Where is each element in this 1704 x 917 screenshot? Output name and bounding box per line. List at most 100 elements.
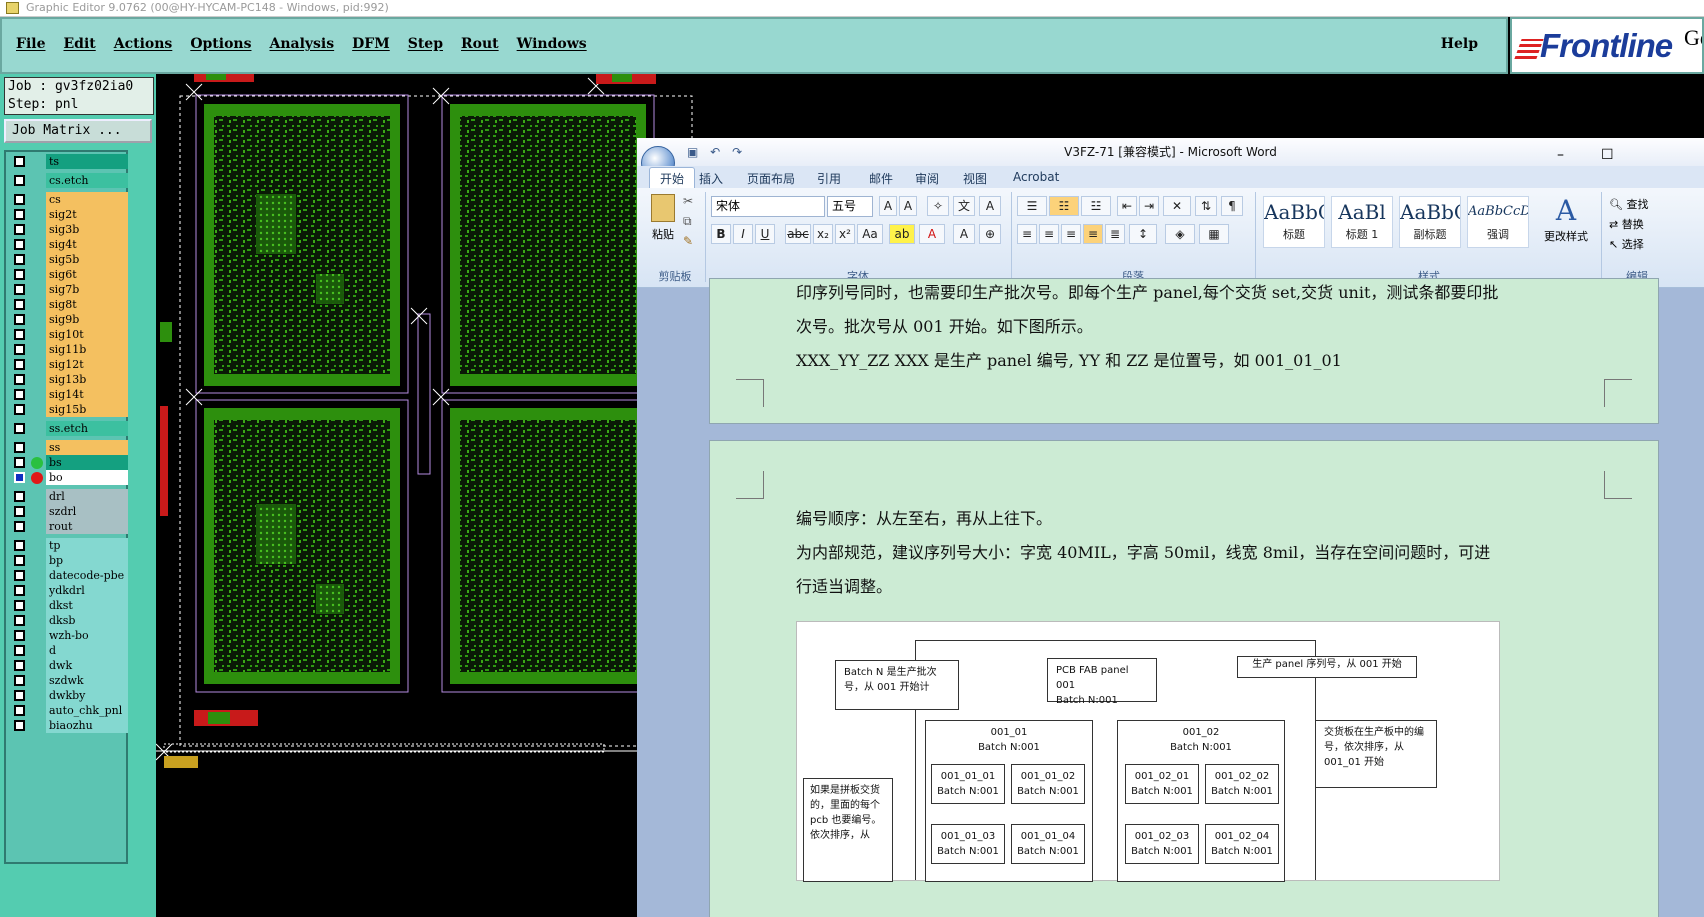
tab-0[interactable]: 开始 <box>649 167 696 189</box>
layer-name[interactable]: datecode-pbe <box>46 568 128 583</box>
layer-row[interactable]: sig12t <box>8 357 128 372</box>
find-button[interactable]: 🔍︎ 查找 <box>1609 196 1648 212</box>
layer-checkbox[interactable] <box>14 209 25 220</box>
enclose-char-button[interactable]: ⊕ <box>979 224 1001 244</box>
layer-row[interactable]: ydkdrl <box>8 583 128 598</box>
cut-icon[interactable]: ✂ <box>683 194 693 208</box>
layer-checkbox[interactable] <box>14 585 25 596</box>
layer-name[interactable]: ydkdrl <box>46 583 128 598</box>
layer-checkbox[interactable] <box>14 299 25 310</box>
phonetic-button[interactable]: 文 <box>953 196 975 216</box>
layer-checkbox[interactable] <box>14 720 25 731</box>
layer-checkbox[interactable] <box>14 359 25 370</box>
style-card[interactable]: AaBl 标题 1 <box>1331 196 1393 248</box>
layer-row[interactable]: sig6t <box>8 267 128 282</box>
redo-icon[interactable]: ↷ <box>732 145 742 159</box>
superscript-button[interactable]: x² <box>835 224 855 244</box>
layer-row[interactable]: sig10t <box>8 327 128 342</box>
layer-row[interactable]: sig4t <box>8 237 128 252</box>
grow-font-button[interactable]: A <box>879 196 897 216</box>
menu-options[interactable]: Options <box>190 36 251 52</box>
layer-name[interactable]: szdrl <box>46 504 128 519</box>
layer-checkbox[interactable] <box>14 506 25 517</box>
style-card[interactable]: AaBbC 标题 <box>1263 196 1325 248</box>
borders-button[interactable]: ▦ <box>1199 224 1229 244</box>
tab-7[interactable]: Acrobat <box>1013 170 1059 184</box>
layer-checkbox[interactable] <box>14 156 25 167</box>
layer-name[interactable]: sig4t <box>46 237 128 252</box>
layer-row[interactable]: auto_chk_pnl <box>8 703 128 718</box>
align-center-button[interactable]: ≡ <box>1039 224 1059 244</box>
layer-row[interactable]: sig14t <box>8 387 128 402</box>
char-shading-button[interactable]: A <box>953 224 975 244</box>
document-area[interactable]: 印序列号同时，也需要印生产批次号。即每个生产 panel,每个交货 set,交货… <box>637 278 1704 917</box>
layer-checkbox[interactable] <box>14 374 25 385</box>
layer-checkbox[interactable] <box>14 423 25 434</box>
layer-row[interactable]: dwkby <box>8 688 128 703</box>
layer-checkbox[interactable] <box>14 600 25 611</box>
layer-name[interactable]: sig14t <box>46 387 128 402</box>
bold-button[interactable]: B <box>711 224 731 244</box>
layer-checkbox[interactable] <box>14 175 25 186</box>
layer-name[interactable]: sig12t <box>46 357 128 372</box>
tab-2[interactable]: 页面布局 <box>747 170 795 187</box>
layer-name[interactable]: sig9b <box>46 312 128 327</box>
layer-name[interactable]: dksb <box>46 613 128 628</box>
line-spacing-button[interactable]: ↕ <box>1129 224 1157 244</box>
layer-checkbox[interactable] <box>14 314 25 325</box>
layer-name[interactable]: drl <box>46 489 128 504</box>
replace-button[interactable]: ⇄ 替换 <box>1609 216 1644 232</box>
layer-name[interactable]: szdwk <box>46 673 128 688</box>
select-button[interactable]: ↖ 选择 <box>1609 236 1644 252</box>
layer-row[interactable]: sig11b <box>8 342 128 357</box>
layer-checkbox[interactable] <box>14 472 25 483</box>
underline-button[interactable]: U <box>755 224 775 244</box>
layer-checkbox[interactable] <box>14 254 25 265</box>
layer-row[interactable]: ts <box>8 154 128 169</box>
layer-name[interactable]: bs <box>46 455 128 470</box>
decrease-indent-button[interactable]: ⇤ <box>1117 196 1137 216</box>
format-painter-icon[interactable]: ✎ <box>683 234 693 248</box>
layer-row[interactable]: drl <box>8 489 128 504</box>
align-right-button[interactable]: ≡ <box>1061 224 1081 244</box>
menu-actions[interactable]: Actions <box>114 36 173 52</box>
layer-name[interactable]: cs.etch <box>46 173 128 188</box>
layer-name[interactable]: dwkby <box>46 688 128 703</box>
layer-row[interactable]: sig7b <box>8 282 128 297</box>
layer-name[interactable]: d <box>46 643 128 658</box>
menu-analysis[interactable]: Analysis <box>269 36 334 52</box>
layer-row[interactable]: bs <box>8 455 128 470</box>
layer-name[interactable]: bp <box>46 553 128 568</box>
layer-checkbox[interactable] <box>14 239 25 250</box>
layer-checkbox[interactable] <box>14 645 25 656</box>
layer-row[interactable]: biaozhu <box>8 718 128 733</box>
multilevel-list-button[interactable]: ☳ <box>1081 196 1111 216</box>
subscript-button[interactable]: x₂ <box>813 224 833 244</box>
layer-row[interactable]: szdwk <box>8 673 128 688</box>
layer-row[interactable]: dwk <box>8 658 128 673</box>
layer-name[interactable]: sig6t <box>46 267 128 282</box>
layer-name[interactable]: dwk <box>46 658 128 673</box>
layer-name[interactable]: sig2t <box>46 207 128 222</box>
font-color-button[interactable]: A <box>919 224 945 244</box>
increase-indent-button[interactable]: ⇥ <box>1139 196 1159 216</box>
layer-checkbox[interactable] <box>14 690 25 701</box>
layer-checkbox[interactable] <box>14 284 25 295</box>
layer-checkbox[interactable] <box>14 224 25 235</box>
layer-checkbox[interactable] <box>14 457 25 468</box>
justify-button[interactable]: ≡ <box>1083 224 1103 244</box>
layer-row[interactable]: dksb <box>8 613 128 628</box>
layer-row[interactable]: sig9b <box>8 312 128 327</box>
highlight-button[interactable]: ab <box>889 224 915 244</box>
tab-3[interactable]: 引用 <box>817 170 841 187</box>
numbering-button[interactable]: ☷ <box>1049 196 1079 216</box>
layer-row[interactable]: datecode-pbe <box>8 568 128 583</box>
style-card[interactable]: AaBbCcDd 强调 <box>1467 196 1529 248</box>
layer-checkbox[interactable] <box>14 404 25 415</box>
layer-row[interactable]: sig8t <box>8 297 128 312</box>
layer-name[interactable]: sig7b <box>46 282 128 297</box>
layer-name[interactable]: dkst <box>46 598 128 613</box>
layer-checkbox[interactable] <box>14 389 25 400</box>
layer-checkbox[interactable] <box>14 329 25 340</box>
layer-checkbox[interactable] <box>14 630 25 641</box>
